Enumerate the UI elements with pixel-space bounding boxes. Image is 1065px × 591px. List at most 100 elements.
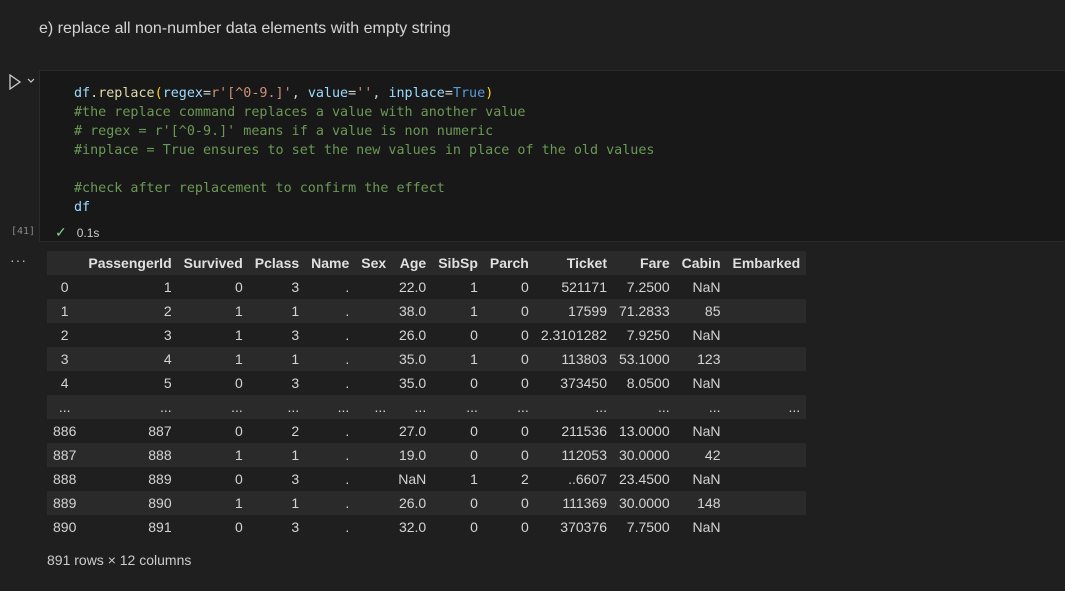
table-cell: ... (432, 395, 484, 419)
table-cell: 13.0000 (619, 423, 670, 439)
table-cell: 0 (483, 491, 535, 515)
code-token: regex (162, 86, 203, 101)
table-cell: 3 (291, 279, 300, 295)
table-row: 0 1 0 3. 22.0 1 0 521171 7.2500 NaN (47, 275, 806, 299)
table-cell: 0 (470, 327, 478, 343)
code-token: #check after replacement to confirm the … (74, 181, 445, 196)
column-header: Survived (177, 251, 249, 275)
table-cell: 123 (675, 347, 727, 371)
table-cell: 889 (148, 471, 172, 487)
table-row: 887 888 1 1. 19.0 0 0 112053 30.0000 42 (47, 443, 807, 467)
table-cell: 890 (82, 491, 178, 515)
table-cell: 85 (675, 299, 727, 323)
table-cell: 19.0 (392, 443, 433, 467)
table-row: 2 3 1 3. 26.0 0 0 2.3101282 7.9250 NaN (47, 323, 806, 347)
table-cell: 1 (163, 279, 172, 295)
table-cell: 521171 (561, 279, 607, 295)
code-line: #inplace = True ensures to set the new v… (74, 141, 654, 160)
table-cell: 5 (163, 375, 172, 391)
table-cell: 0 (470, 519, 478, 535)
table-row: 889 890 1 1. 26.0 0 0 111369 30.0000 148 (47, 491, 807, 515)
code-cell-editor[interactable]: df.replace(regex=r'[^0-9.]', value='', i… (39, 70, 1065, 242)
code-token: = (348, 86, 357, 101)
code-line: #check after replacement to confirm the … (74, 179, 654, 198)
table-cell: 1 (177, 347, 249, 371)
column-header: Sex (355, 251, 393, 275)
table-cell: NaN (692, 519, 721, 535)
code-token: #inplace = True ensures to set the new v… (74, 143, 655, 158)
table-cell: ... (483, 395, 535, 419)
run-cell-icon[interactable] (8, 74, 22, 90)
table-cell: 38.0 (392, 299, 433, 323)
table-cell: 211536 (561, 423, 607, 439)
table-cell: 26.0 (392, 491, 433, 515)
row-index: 2 (60, 327, 69, 343)
table-cell (355, 371, 392, 395)
table-cell: 4 (82, 347, 178, 371)
code-line: df.replace(regex=r'[^0-9.]', value='', i… (74, 84, 654, 103)
table-cell: ... (534, 395, 613, 419)
column-header: Fare (613, 251, 676, 275)
chevron-down-icon[interactable] (26, 76, 36, 86)
table-cell: ... (82, 395, 178, 419)
code-token: = (444, 86, 453, 101)
table-cell: NaN (692, 375, 721, 391)
table-cell: . (345, 471, 350, 487)
column-header: Parch (483, 251, 535, 275)
table-cell: 1 (248, 299, 306, 323)
table-row: 4 5 0 3. 35.0 0 0 373450 8.0500 NaN (47, 371, 806, 395)
table-cell: 0 (521, 519, 529, 535)
code-line: #the replace command replaces a value wi… (74, 103, 654, 122)
table-cell: 27.0 (398, 423, 427, 439)
table-cell: NaN (692, 423, 721, 439)
code-token: #the replace command replaces a value wi… (74, 105, 526, 120)
column-header: PassengerId (82, 251, 178, 275)
table-cell: 1 (177, 299, 249, 323)
table-cell (727, 467, 807, 491)
code-token: df (74, 86, 91, 101)
table-cell (355, 347, 393, 371)
table-cell: 0 (432, 443, 484, 467)
table-cell (727, 515, 807, 539)
row-index: 889 (47, 491, 83, 515)
table-cell: 148 (675, 491, 727, 515)
code-line: df (74, 198, 654, 217)
table-cell: 113803 (534, 347, 613, 371)
row-index: 4 (60, 375, 69, 391)
code-block[interactable]: df.replace(regex=r'[^0-9.]', value='', i… (74, 84, 654, 217)
table-row: 1 2 1 1. 38.0 1 0 17599 71.2833 85 (47, 299, 807, 323)
table-cell: 891 (148, 519, 172, 535)
table-cell: 22.0 (398, 279, 427, 295)
table-cell: 30.0000 (613, 443, 676, 467)
table-row: ....................................... (47, 395, 807, 419)
column-header: Embarked (726, 251, 807, 275)
table-cell (727, 371, 807, 395)
table-cell: . (345, 519, 350, 535)
table-cell: 0 (234, 375, 243, 391)
table-cell (726, 491, 807, 515)
table-cell (355, 323, 392, 347)
table-cell: . (305, 299, 356, 323)
output-more-icon[interactable]: ··· (10, 252, 27, 268)
table-cell: 0 (521, 423, 529, 439)
table-cell: 1 (177, 491, 249, 515)
table-cell: 71.2833 (613, 299, 676, 323)
table-cell: 0 (432, 491, 484, 515)
table-cell (727, 419, 807, 443)
table-cell: 17599 (534, 299, 613, 323)
table-cell: 887 (148, 423, 172, 439)
table-cell: 35.0 (392, 347, 433, 371)
row-index: 3 (47, 347, 83, 371)
code-token: , (291, 86, 308, 101)
column-header (47, 251, 83, 275)
table-cell (355, 443, 393, 467)
table-row: 890 891 0 3. 32.0 0 0 370376 7.7500 NaN (47, 515, 806, 539)
table-body: 0 1 0 3. 22.0 1 0 521171 7.2500 NaN 1 2 1 1. 38.0 1 0 175… (47, 275, 807, 539)
table-cell: ... (305, 395, 356, 419)
code-token: value (307, 86, 349, 101)
column-header: Name (305, 251, 356, 275)
table-cell: 3 (291, 519, 300, 535)
table-cell: 2 (291, 423, 300, 439)
table-row: 3 4 1 1. 35.0 1 0 113803 53.1000 123 (47, 347, 807, 371)
table-cell: ... (613, 395, 676, 419)
